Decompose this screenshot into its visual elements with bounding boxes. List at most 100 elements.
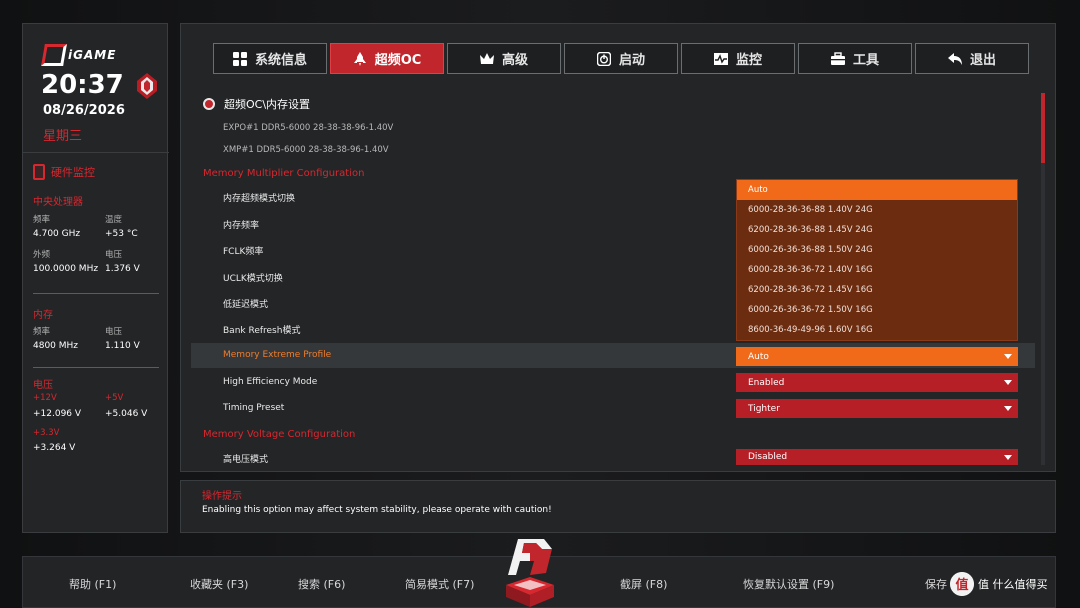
select-value: Disabled — [748, 452, 788, 462]
mem-freq-value: 4800 MHz — [33, 341, 79, 351]
timing-preset-select[interactable]: Tighter — [736, 399, 1018, 418]
hint-title: 操作提示 — [202, 491, 242, 502]
dropdown-arrow-icon — [1004, 354, 1012, 359]
cpu-temp-value: +53 °C — [105, 229, 138, 239]
igame-emblem-icon — [506, 539, 554, 607]
dropdown-option[interactable]: 6000-26-36-36-72 1.50V 16G — [737, 300, 1017, 320]
load-defaults-button[interactable]: 恢复默认设置 (F9) — [743, 576, 834, 592]
hw-monitor-label: 硬件监控 — [51, 166, 95, 179]
pulse-icon — [713, 52, 728, 66]
tab-label: 工具 — [852, 53, 879, 68]
grid-icon — [232, 51, 247, 66]
v33-value: +3.264 V — [33, 443, 76, 453]
watermark-text: 值 什么值得买 — [978, 578, 1048, 591]
back-arrow-icon — [947, 52, 962, 66]
high-efficiency-row[interactable]: High Efficiency Mode — [223, 377, 317, 387]
watermark-logo-icon: 值 — [950, 572, 974, 596]
weekday: 星期三 — [43, 129, 83, 144]
scroll-thumb[interactable] — [1041, 93, 1045, 163]
v5-value: +5.046 V — [105, 409, 148, 419]
power-icon — [596, 51, 611, 66]
gem-mascot-icon — [137, 73, 157, 99]
screenshot-button[interactable]: 截屏 (F8) — [620, 576, 667, 592]
tab-label: 退出 — [969, 53, 996, 68]
brand-text: iGAME — [68, 48, 117, 62]
cpu-volt-value: 1.376 V — [105, 264, 140, 274]
tab-system-info[interactable]: 系统信息 — [213, 43, 327, 74]
tab-boot[interactable]: 启动 — [564, 43, 678, 74]
tab-label: 高级 — [501, 53, 528, 68]
v12-value: +12.096 V — [33, 409, 82, 419]
cpu-volt-label: 电压 — [105, 250, 123, 260]
tab-label: 监控 — [735, 53, 762, 68]
tab-monitor[interactable]: 监控 — [681, 43, 795, 74]
dropdown-option[interactable]: 6200-28-36-36-88 1.45V 24G — [737, 220, 1017, 240]
hw-monitor-title: 硬件监控 — [33, 164, 95, 180]
select-value: Tighter — [748, 403, 780, 414]
mem-freq-row[interactable]: 内存频率 — [223, 218, 259, 231]
bank-refresh-row[interactable]: Bank Refresh模式 — [223, 323, 300, 336]
fclk-row[interactable]: FCLK频率 — [223, 244, 263, 257]
divider — [23, 152, 169, 153]
easy-mode-button[interactable]: 简易模式 (F7) — [405, 576, 474, 592]
v12-label: +12V — [33, 393, 57, 403]
v33-label: +3.3V — [33, 428, 60, 438]
mem-volt-value: 1.110 V — [105, 341, 140, 351]
cpu-freq-value: 4.700 GHz — [33, 229, 81, 239]
cpu-bclk-value: 100.0000 MHz — [33, 264, 99, 274]
dropdown-option[interactable]: Auto — [737, 180, 1017, 200]
dropdown-arrow-icon — [1004, 380, 1012, 385]
cpu-temp-label: 温度 — [105, 215, 123, 225]
rocket-icon — [353, 51, 367, 66]
dropdown-option[interactable]: 6000-26-36-36-88 1.50V 24G — [737, 240, 1017, 260]
save-button[interactable]: 保存 — [925, 576, 947, 592]
high-efficiency-select[interactable]: Enabled — [736, 373, 1018, 392]
timing-preset-row[interactable]: Timing Preset — [223, 403, 284, 413]
tab-label: 超频OC — [374, 53, 422, 68]
sidebar-panel: iGAME 20:37 08/26/2026 星期三 硬件监控 中央处理器 频率… — [22, 23, 169, 533]
mem-volt-label: 电压 — [105, 327, 123, 337]
toolbox-icon — [830, 51, 845, 66]
uclk-row[interactable]: UCLK模式切换 — [223, 271, 283, 284]
v5-label: +5V — [105, 393, 124, 403]
mem-extreme-profile-select[interactable]: Auto — [736, 347, 1018, 366]
low-latency-row[interactable]: 低延迟模式 — [223, 297, 268, 310]
dropdown-option[interactable]: 8600-36-49-49-96 1.60V 16G — [737, 320, 1017, 340]
multiplier-heading: Memory Multiplier Configuration — [203, 168, 365, 179]
breadcrumb-text: 超频OC\内存设置 — [224, 98, 311, 111]
high-voltage-row[interactable]: 高电压模式 — [223, 452, 268, 465]
svg-text:值: 值 — [955, 577, 968, 593]
select-value: Auto — [748, 351, 769, 362]
memory-section-title: 内存 — [33, 310, 53, 321]
tab-label: 系统信息 — [254, 53, 307, 68]
tab-overclock[interactable]: 超频OC — [330, 43, 444, 74]
dropdown-option[interactable]: 6000-28-36-36-88 1.40V 24G — [737, 200, 1017, 220]
help-button[interactable]: 帮助 (F1) — [69, 576, 116, 592]
favorites-button[interactable]: 收藏夹 (F3) — [190, 576, 248, 592]
breadcrumb: 超频OC\内存设置 — [203, 96, 310, 112]
search-button[interactable]: 搜索 (F6) — [298, 576, 345, 592]
divider — [33, 293, 159, 294]
voltage-section-title: 电压 — [33, 380, 53, 391]
date: 08/26/2026 — [43, 103, 125, 118]
cpu-bclk-label: 外频 — [33, 250, 51, 260]
tab-advanced[interactable]: 高级 — [447, 43, 561, 74]
mem-freq-label: 频率 — [33, 327, 51, 337]
xmp-info: XMP#1 DDR5-6000 28-38-38-96-1.40V — [223, 145, 389, 155]
tab-tools[interactable]: 工具 — [798, 43, 912, 74]
dropdown-arrow-icon — [1004, 455, 1012, 460]
profile-dropdown-list: Auto 6000-28-36-36-88 1.40V 24G 6200-28-… — [736, 179, 1018, 341]
tab-exit[interactable]: 退出 — [915, 43, 1029, 74]
mem-extreme-profile-row[interactable]: Memory Extreme Profile — [223, 350, 331, 360]
dropdown-option[interactable]: 6000-28-36-36-72 1.40V 16G — [737, 260, 1017, 280]
tab-label: 启动 — [618, 53, 645, 68]
oc-mode-row[interactable]: 内存超频模式切换 — [223, 191, 295, 204]
voltage-heading: Memory Voltage Configuration — [203, 429, 356, 440]
cpu-freq-label: 频率 — [33, 215, 51, 225]
high-voltage-select[interactable]: Disabled — [736, 449, 1018, 465]
cpu-section-title: 中央处理器 — [33, 197, 83, 208]
top-nav: 系统信息 超频OC 高级 启动 监控 工具 退出 — [213, 43, 1029, 74]
dropdown-option[interactable]: 6200-28-36-36-72 1.45V 16G — [737, 280, 1017, 300]
expo-info: EXPO#1 DDR5-6000 28-38-38-96-1.40V — [223, 123, 394, 133]
main-scrollbar[interactable] — [1041, 93, 1045, 465]
